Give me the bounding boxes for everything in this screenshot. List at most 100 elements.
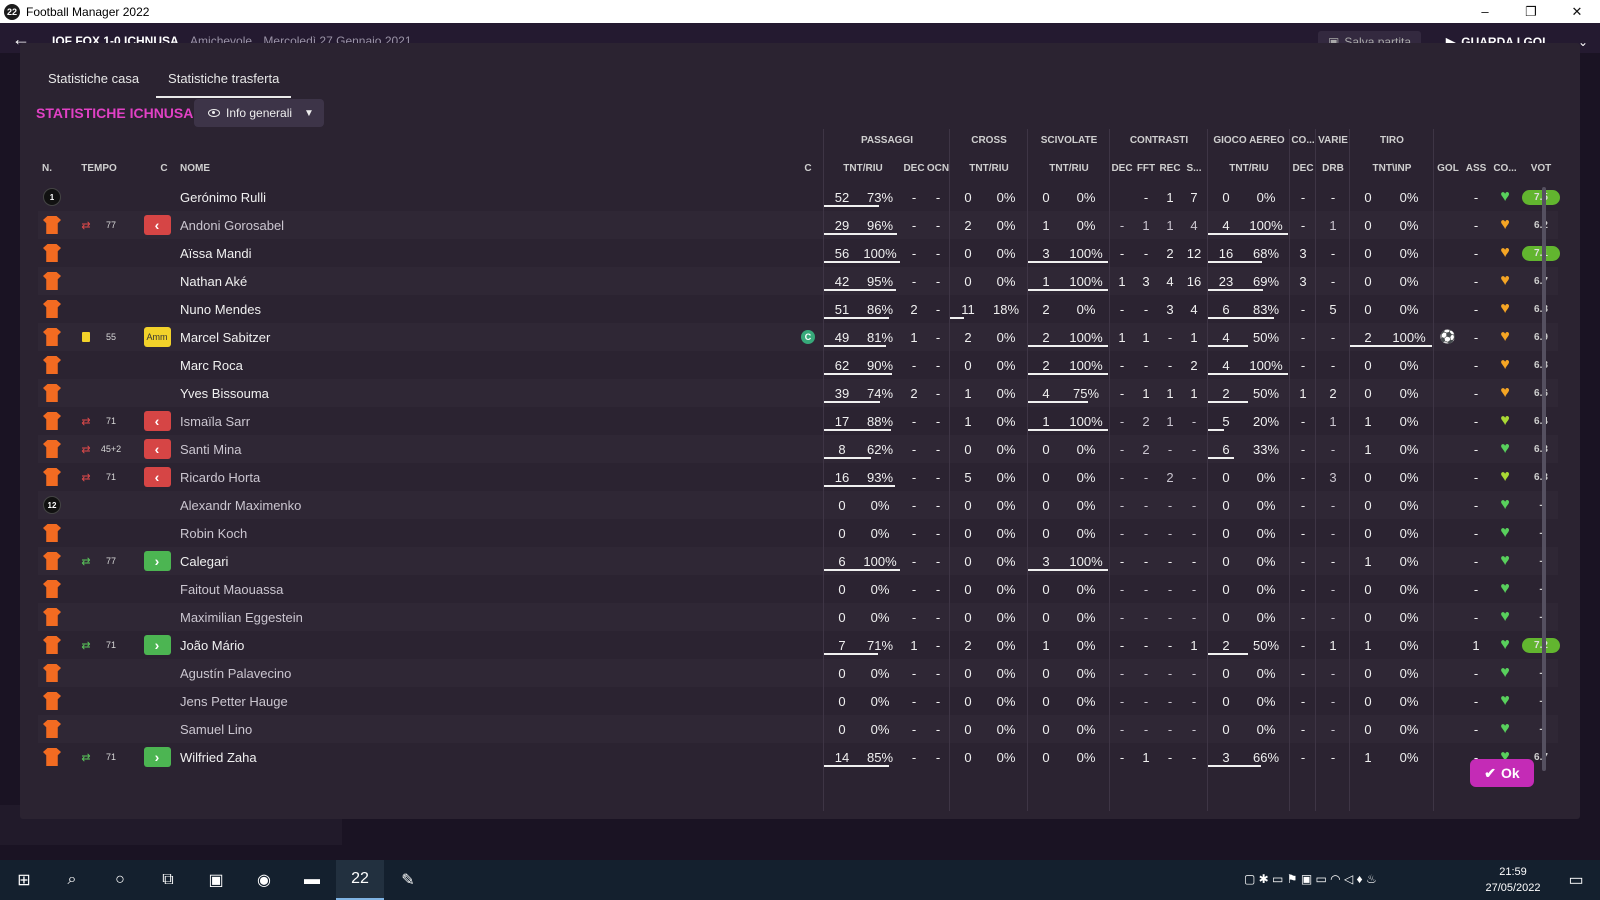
task-view-icon[interactable]: ⧉ — [144, 860, 192, 900]
tab-away-stats[interactable]: Statistiche trasferta — [156, 67, 292, 98]
table-row[interactable]: Nathan Aké 42 95% - -0 0% 1 100% 1 3 4 16 23 69% 3-0 0%… — [38, 267, 1558, 295]
table-row[interactable]: Agustín Palavecino 0 0% - - 0 0% 0 0% - - - - 0 0% - - 0 0… — [38, 659, 1558, 687]
col-pass-dec[interactable]: DEC — [902, 163, 926, 174]
ok-button[interactable]: ✔ Ok — [1470, 759, 1534, 787]
football-manager-taskbar-icon[interactable]: 22 — [336, 860, 384, 900]
minute: 71 — [105, 472, 116, 482]
chrome-icon[interactable]: ◉ — [240, 860, 288, 900]
minute — [96, 379, 126, 407]
col-tempo[interactable]: TEMPO — [78, 163, 120, 174]
table-row[interactable]: 55 Amm Marcel Sabitzer C 49 81% 1-2 0% 2 100% 1 1-1… — [38, 323, 1558, 351]
col-c[interactable]: C — [154, 163, 174, 174]
table-row[interactable]: Samuel Lino 0 0% - - 0 0% 0 0% - - - - 0 0% - - 0 0% - ♥ - — [38, 715, 1558, 743]
table-row[interactable]: Faitout Maouassa 0 0% - - 0 0% 0 0% - - - - 0 0% - - 0 0% -… — [38, 575, 1558, 603]
table-row[interactable]: Marc Roca 62 90% - -0 0% 2 100% - - -2 4 100% - -0 0% - ♥… — [38, 351, 1558, 379]
table-row[interactable]: ⇄ 71 ‹ Ismaïla Sarr 17 88% - -1 0% 1 100% -2 1-5 20% -… — [38, 407, 1558, 435]
con-s: - — [1191, 665, 1197, 681]
table-row[interactable]: 12 Alexandr Maximenko 0 0% - - 0 0% 0 0% - - - - 0 0% - -… — [38, 491, 1558, 519]
player-name[interactable]: Maximilian Eggestein — [180, 603, 480, 631]
col-con-s[interactable]: S... — [1182, 163, 1206, 174]
table-row[interactable]: Robin Koch 0 0% - - 0 0% 0 0% - - - - 0 0% - - 0 0% - ♥ - — [38, 519, 1558, 547]
col-nome[interactable]: NOME — [180, 163, 220, 174]
col-tiro-tnt[interactable]: TNT\INP — [1350, 163, 1434, 174]
table-row[interactable]: ⇄ 45+2 ‹ Santi Mina 8 62% - -0 0% 0 0% -2- -6 33% - -1 0… — [38, 435, 1558, 463]
col-number[interactable]: N. — [38, 163, 56, 174]
player-name[interactable]: Santi Mina — [180, 435, 480, 463]
player-name[interactable]: Marc Roca — [180, 351, 480, 379]
player-name[interactable]: Faitout Maouassa — [180, 575, 480, 603]
col-captain[interactable]: C — [798, 163, 818, 174]
player-name[interactable]: Andoni Gorosabel — [180, 211, 480, 239]
player-name[interactable]: Marcel Sabitzer — [180, 323, 480, 351]
condition-heart-icon: ♥ — [1490, 183, 1520, 211]
tab-home-stats[interactable]: Statistiche casa — [48, 67, 139, 98]
col-con-dec[interactable]: DEC — [1110, 163, 1134, 174]
column-divider — [1289, 129, 1290, 811]
col-pass-tnt[interactable]: TNT/RIU — [824, 163, 902, 174]
player-name[interactable]: Ricardo Horta — [180, 463, 480, 491]
cortana-icon[interactable]: ○ — [96, 860, 144, 900]
col-voto[interactable]: VOT — [1522, 163, 1560, 174]
player-name[interactable]: João Mário — [180, 631, 480, 659]
col-sciv-tnt[interactable]: TNT/RIU — [1028, 163, 1110, 174]
player-name[interactable]: Calegari — [180, 547, 480, 575]
table-row[interactable]: Nuno Mendes 51 86% 2-11 18% 2 0% - -3 4 6 83% -5 0 0% -… — [38, 295, 1558, 323]
col-con-fft[interactable]: FFT — [1134, 163, 1158, 174]
player-name[interactable]: Aïssa Mandi — [180, 239, 480, 267]
col-aereo-tnt[interactable]: TNT/RIU — [1208, 163, 1290, 174]
condition-heart-icon: ♥ — [1490, 463, 1520, 491]
paint-icon[interactable]: ✎ — [384, 860, 432, 900]
col-varie-drb[interactable]: DRB — [1316, 163, 1350, 174]
search-icon[interactable]: ⌕ — [48, 860, 96, 900]
system-clock[interactable]: 21:59 27/05/2022 — [1480, 864, 1546, 896]
player-name[interactable]: Yves Bissouma — [180, 379, 480, 407]
close-window-button[interactable]: ✕ — [1554, 0, 1600, 23]
tackles-count: 2 — [1042, 301, 1050, 317]
table-row[interactable]: Yves Bissouma 39 74% 2-1 0% 4 75% -1 1 1 2 50% 1 2 0 0%… — [38, 379, 1558, 407]
col-pass-ocn[interactable]: OCN — [926, 163, 950, 174]
table-row[interactable]: Maximilian Eggestein 0 0% - - 0 0% 0 0% - - - - 0 0% - -… — [38, 603, 1558, 631]
tray-icons[interactable]: ▢ ✱ ▭ ⚑ ▣ ▭ ◠ ◁ ♦ ♨ — [1244, 872, 1377, 886]
windows-start-icon[interactable]: ⊞ — [0, 860, 48, 900]
notifications-icon[interactable]: ▭ — [1552, 860, 1600, 900]
file-explorer-icon[interactable]: ▬ — [288, 860, 336, 900]
col-con-rec[interactable]: REC — [1158, 163, 1182, 174]
minute — [96, 659, 126, 687]
player-name[interactable]: Nathan Aké — [180, 267, 480, 295]
team-stats-heading: STATISTICHE ICHNUSA — [36, 105, 194, 121]
table-row[interactable]: ⇄ 71 ‹ Ricardo Horta 16 93% - -5 0% 0 0% - -2-0 0% -3 0… — [38, 463, 1558, 491]
shirt-icon — [40, 519, 64, 547]
col-co-dec[interactable]: DEC — [1290, 163, 1316, 174]
table-scrollbar[interactable] — [1542, 187, 1546, 771]
crosses-count: 1 — [964, 385, 972, 401]
restore-button[interactable]: ❐ — [1508, 0, 1554, 23]
player-name[interactable]: Alexandr Maximenko — [180, 491, 480, 519]
table-row[interactable]: ⇄ 77 › Calegari 6 100% - -0 0% 3 100% - - - -0 0% - -1 0% -… — [38, 547, 1558, 575]
col-cross-tnt[interactable]: TNT/RIU — [950, 163, 1028, 174]
col-condition[interactable]: CO... — [1490, 163, 1520, 174]
player-name[interactable]: Agustín Palavecino — [180, 659, 480, 687]
player-name[interactable]: Gerónimo Rulli — [180, 183, 480, 211]
condition-heart-icon: ♥ — [1490, 323, 1520, 351]
table-row[interactable]: Aïssa Mandi 56 100% - -0 0% 3 100% - -2 12 16 68% 3-0… — [38, 239, 1560, 267]
table-row[interactable]: Jens Petter Hauge 0 0% - - 0 0% 0 0% - - - - 0 0% - - 0 0%… — [38, 687, 1558, 715]
player-rating: 7.5 — [1522, 189, 1560, 205]
player-name[interactable]: Wilfried Zaha — [180, 743, 480, 771]
player-name[interactable]: Ismaïla Sarr — [180, 407, 480, 435]
headers-bar — [1208, 373, 1288, 375]
minimize-button[interactable]: – — [1462, 0, 1508, 23]
remote-desktop-icon[interactable]: ▣ — [192, 860, 240, 900]
table-row[interactable]: ⇄ 71 › João Mário 7 71% 1-2 0% 1 0% - - -1 2 50% -1 1 0% 1… — [38, 631, 1560, 659]
view-dropdown[interactable]: Info generali ▼ — [194, 99, 324, 127]
table-row[interactable]: ⇄ 71 › Wilfried Zaha 14 85% - -0 0% 0 0% -1- -3 66% - -… — [38, 743, 1558, 771]
table-row[interactable]: ⇄ 77 ‹ Andoni Gorosabel 29 96% - -2 0% 1 0% -1 1 4 4 10… — [38, 211, 1558, 239]
headers-count: 0 — [1222, 609, 1230, 625]
player-name[interactable]: Jens Petter Hauge — [180, 687, 480, 715]
player-name[interactable]: Nuno Mendes — [180, 295, 480, 323]
table-row[interactable]: 1 Gerónimo Rulli 52 73% - -0 0% 0 0% -1 7 0 0% - -0 0% -… — [38, 183, 1560, 211]
booked-label: Amm — [143, 327, 171, 347]
player-name[interactable]: Samuel Lino — [180, 715, 480, 743]
col-gol[interactable]: GOL — [1434, 163, 1462, 174]
player-name[interactable]: Robin Koch — [180, 519, 480, 547]
col-ass[interactable]: ASS — [1462, 163, 1490, 174]
